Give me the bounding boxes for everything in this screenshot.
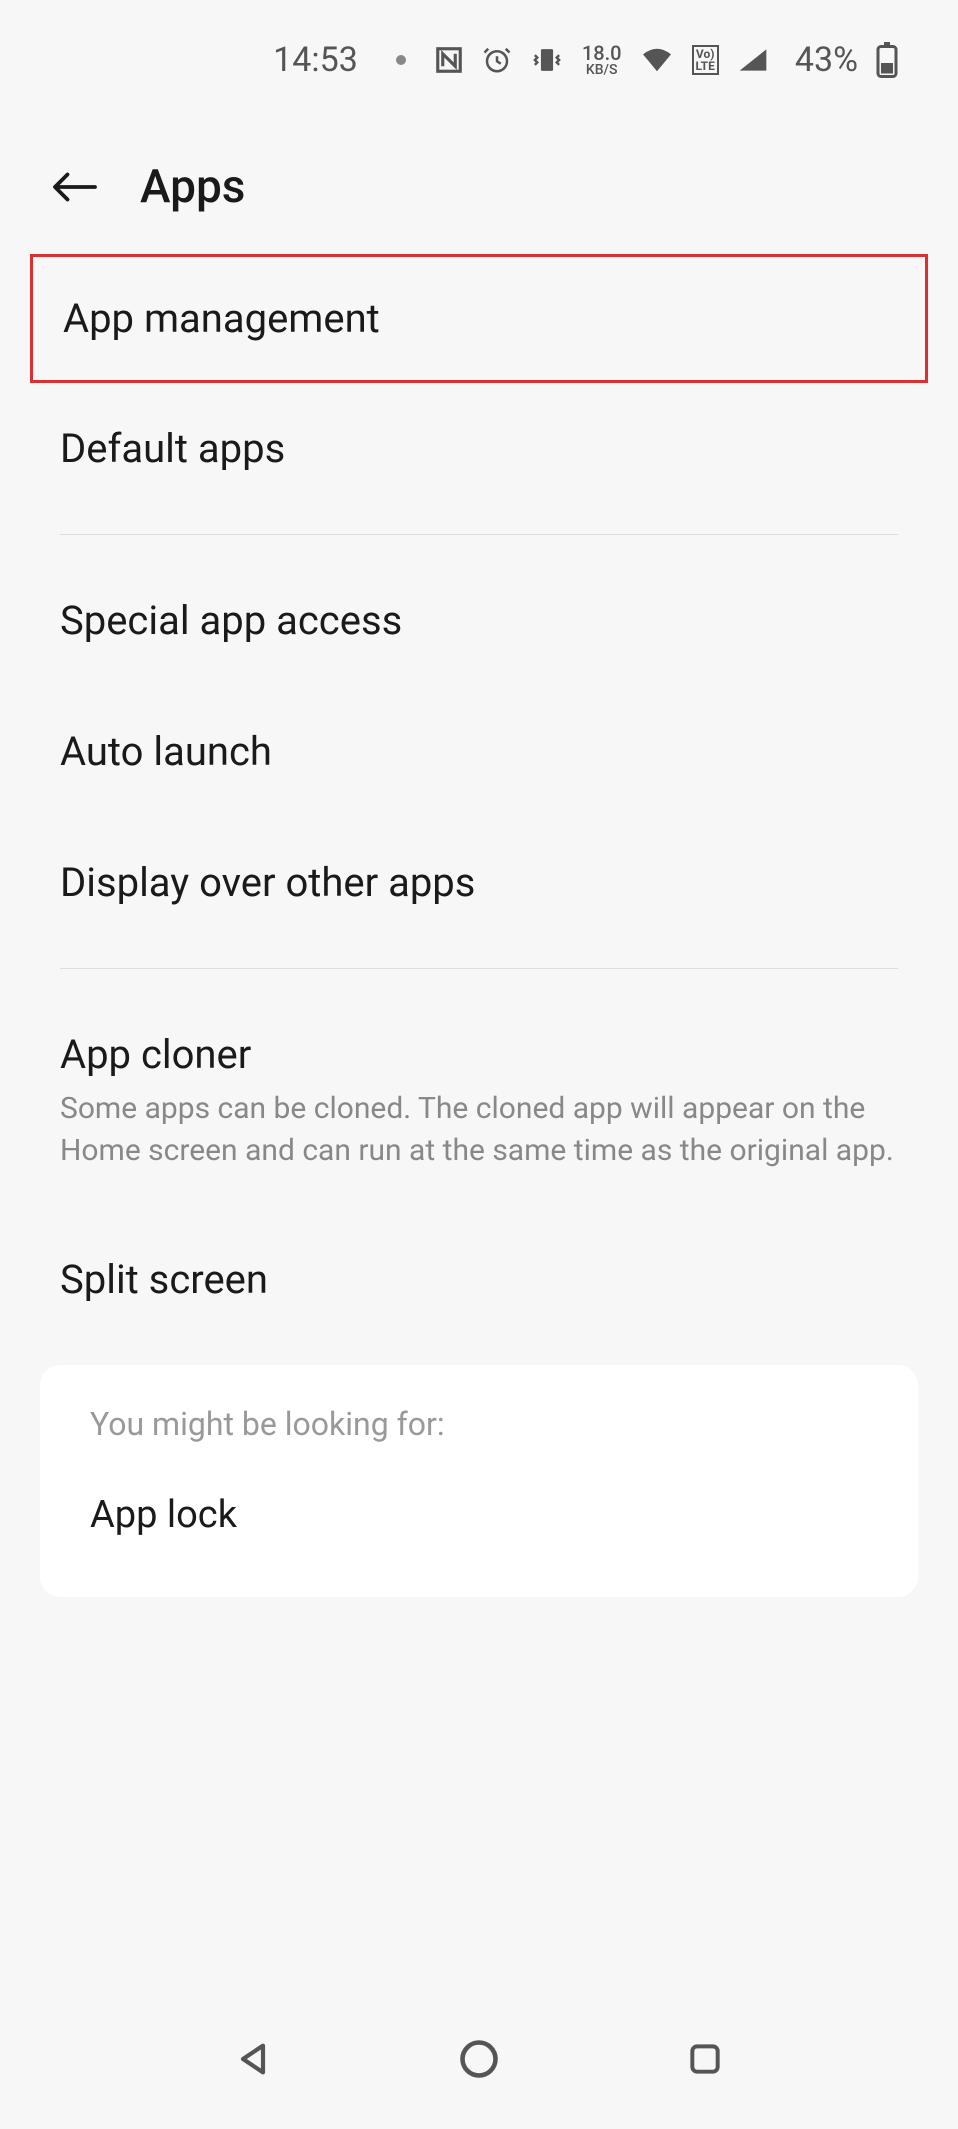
battery-icon bbox=[876, 42, 898, 78]
setting-title: Default apps bbox=[60, 425, 898, 472]
setting-subtitle: Some apps can be cloned. The cloned app … bbox=[60, 1088, 898, 1172]
setting-split-screen[interactable]: Split screen bbox=[0, 1214, 958, 1345]
nfc-icon bbox=[434, 45, 464, 75]
setting-title: Auto launch bbox=[60, 728, 898, 775]
suggestion-card: You might be looking for: App lock bbox=[40, 1365, 918, 1597]
setting-special-app-access[interactable]: Special app access bbox=[0, 555, 958, 686]
status-bar: 14:53 18.0 KB/S Vo) LTE 43% bbox=[0, 0, 958, 100]
nav-home-button[interactable] bbox=[449, 2029, 509, 2089]
divider bbox=[60, 968, 898, 969]
navigation-bar bbox=[0, 1989, 958, 2129]
setting-title: Display over other apps bbox=[60, 859, 898, 906]
suggestion-heading: You might be looking for: bbox=[90, 1405, 868, 1443]
nav-back-button[interactable] bbox=[223, 2029, 283, 2089]
battery-percent: 43% bbox=[795, 40, 858, 80]
page-title: Apps bbox=[140, 160, 246, 214]
setting-app-cloner[interactable]: App cloner Some apps can be cloned. The … bbox=[0, 989, 958, 1214]
wifi-icon bbox=[640, 46, 674, 74]
signal-icon bbox=[737, 46, 769, 74]
volte-icon: Vo) LTE bbox=[692, 45, 719, 75]
setting-display-over-other-apps[interactable]: Display over other apps bbox=[0, 817, 958, 948]
suggestion-app-lock[interactable]: App lock bbox=[90, 1483, 868, 1557]
setting-default-apps[interactable]: Default apps bbox=[0, 383, 958, 514]
app-header: Apps bbox=[0, 100, 958, 254]
setting-title: Special app access bbox=[60, 597, 898, 644]
data-rate-indicator: 18.0 KB/S bbox=[582, 43, 622, 77]
setting-app-management[interactable]: App management bbox=[30, 254, 928, 383]
status-time: 14:53 bbox=[273, 40, 358, 80]
status-dot-icon bbox=[396, 55, 406, 65]
settings-list: App management Default apps Special app … bbox=[0, 254, 958, 1597]
setting-title: Split screen bbox=[60, 1256, 898, 1303]
back-arrow-icon[interactable] bbox=[50, 167, 100, 207]
vibrate-icon bbox=[530, 45, 564, 75]
divider bbox=[60, 534, 898, 535]
alarm-icon bbox=[482, 45, 512, 75]
setting-title: App management bbox=[63, 295, 895, 342]
setting-auto-launch[interactable]: Auto launch bbox=[0, 686, 958, 817]
setting-title: App cloner bbox=[60, 1031, 898, 1078]
nav-recent-button[interactable] bbox=[675, 2029, 735, 2089]
